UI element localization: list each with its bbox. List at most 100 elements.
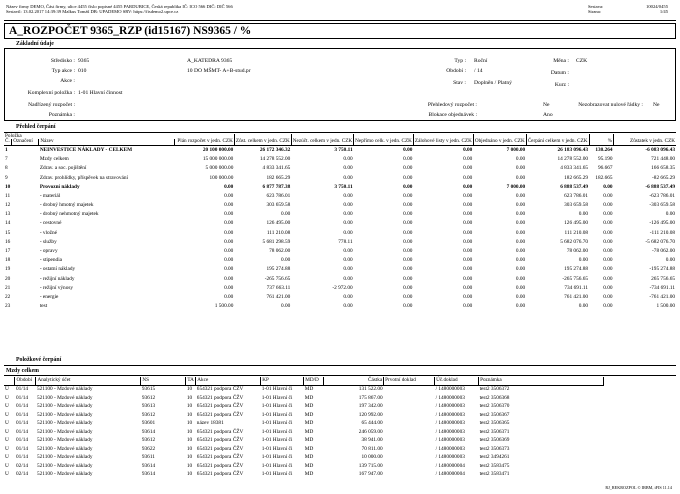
row-value: 78 062.00 <box>566 248 588 255</box>
row-value: 0.00 <box>224 183 234 190</box>
row-value: 0.00 <box>515 174 526 181</box>
typ-value: Roční <box>474 58 488 64</box>
report-title: A_ROZPOČET 9365_RZP (id15167) NS9365 / % <box>9 25 252 37</box>
items-cell: název 18381 <box>196 420 224 427</box>
items-cell: / 1480000003 <box>435 445 465 452</box>
row-value: 0.00 <box>515 238 526 245</box>
row-value: 0.00 <box>224 211 234 218</box>
items-cell: 01/14 <box>15 394 29 401</box>
overview-divider <box>4 132 676 133</box>
row-oznaceni <box>12 292 39 301</box>
row-oznaceni <box>12 182 39 191</box>
row-oznaceni <box>12 246 39 255</box>
row-value: 0.00 <box>403 266 413 273</box>
row-value: 0.00 <box>515 248 526 255</box>
row-oznaceni <box>12 191 39 200</box>
items-cell <box>384 385 435 394</box>
datum-label: Datum : <box>550 70 569 76</box>
row-value: 0.00 <box>343 266 353 273</box>
row-value: 0.00 <box>603 220 613 227</box>
row-value: 182 665.29 <box>266 174 291 181</box>
row-value: -303 659.58 <box>649 202 675 209</box>
row-value: 0.00 <box>515 257 526 264</box>
row-value: 0.00 <box>343 303 353 310</box>
overview-row: 21 - režijní výnosy 0.00 737 663.11 -2 972.0… <box>4 283 676 292</box>
items-cell: U <box>5 386 9 393</box>
row-value: 0.00 <box>463 220 473 227</box>
nezobr-value: Ne <box>653 102 660 108</box>
report-header: Název firmy DEMO, Část firmy, ulice 4455… <box>4 3 676 20</box>
row-value: 0.00 <box>403 229 413 236</box>
row-value: 0.00 <box>603 183 613 190</box>
items-cell: 521100 - Mzdové náklady <box>36 403 93 410</box>
items-col-header: Částka <box>323 377 385 386</box>
row-number: 10 <box>5 183 11 190</box>
items-cell: MD <box>304 437 314 444</box>
row-value: 0.00 <box>515 220 526 227</box>
row-value: 0.00 <box>224 229 234 236</box>
items-row: U 01/14 521100 - Mzdové náklady 93612 10 6543… <box>4 411 604 420</box>
row-value: 0.00 <box>463 284 473 291</box>
row-value: 1 500.00 <box>656 303 675 310</box>
row-value: 0.00 <box>603 266 613 273</box>
row-value: 0.00 <box>403 165 413 172</box>
overview-row: 10 Provozní náklady 0.00 6 877 787.38 3 750.… <box>4 182 676 191</box>
col-neprimo: Nepřímo celk. v jedn. CZK <box>353 134 414 146</box>
items-cell: 93601 <box>141 420 156 427</box>
items-cell: 521100 - Mzdové náklady <box>36 394 93 401</box>
nezobr-label: Nezobrazovat nulové řádky : <box>578 102 643 108</box>
items-cell: U <box>5 445 9 452</box>
nadrizeny-label: Nadřízený rozpočet : <box>28 102 75 108</box>
col-plan: Plán rozpočet v jedn. CZK <box>174 134 235 146</box>
items-cell: MD <box>304 471 314 478</box>
row-value: 100 000.00 <box>209 174 234 181</box>
items-cell: U <box>5 403 9 410</box>
row-value: 0.00 <box>343 202 353 209</box>
row-value: 0.00 <box>463 147 473 154</box>
row-value: 303 659.58 <box>266 202 291 209</box>
row-value: 95.190 <box>597 156 613 163</box>
row-value: 0.00 <box>665 257 675 264</box>
row-number: 9 <box>5 174 8 181</box>
overview-row: 20 - režijní náklady 0.00 -265 756.65 0.00 0.… <box>4 274 676 283</box>
row-value: 130.264 <box>595 147 613 154</box>
items-cell: test2 3583475 <box>479 462 510 469</box>
section-items: Položkové čerpání <box>16 357 62 363</box>
items-cell: 93622 <box>141 445 156 452</box>
items-col-header: TA <box>185 377 197 386</box>
items-cell: 167 947.00 <box>358 471 383 478</box>
items-cell: 521100 - Mzdové náklady <box>36 420 93 427</box>
items-col-header: Akce <box>195 377 262 386</box>
row-value: 0.00 <box>224 275 234 282</box>
row-value: 3 750.11 <box>334 183 353 190</box>
overview-row: 22 - energie 0.00 761 421.00 0.00 0.00 0.00 0.0… <box>4 292 676 301</box>
overview-row: 17 - opravy 0.00 78 062.00 0.00 0.00 0.00 0.00 7… <box>4 246 676 255</box>
row-name: - vložné <box>39 229 58 236</box>
items-cell: 139 715.00 <box>358 462 383 469</box>
items-cell: 01/14 <box>15 386 29 393</box>
items-divider <box>4 365 676 366</box>
row-name: NEINVESTICE NÁKLADY - CELKEM <box>39 147 133 154</box>
items-cell: 1-01 Hlavní či <box>261 462 293 469</box>
items-cell: U <box>5 471 9 478</box>
items-cell: 10 <box>186 437 193 444</box>
items-col-header: Období <box>14 377 37 386</box>
items-cell: 654321 podpora ČŽV <box>196 386 244 393</box>
row-oznaceni <box>12 228 39 237</box>
row-value: 761 421.00 <box>266 293 291 300</box>
items-cell: 10 <box>186 386 193 393</box>
row-value: 7 000.00 <box>506 147 526 154</box>
items-cell: 10 <box>186 394 193 401</box>
row-oznaceni <box>12 274 39 283</box>
row-value: 0.00 <box>403 303 413 310</box>
row-value: -78 062.00 <box>652 248 675 255</box>
report-page: Název firmy DEMO, Část firmy, ulice 4455… <box>4 3 676 491</box>
row-value: 0.00 <box>515 303 526 310</box>
items-cell: 02/14 <box>15 462 29 469</box>
row-value: 737 663.11 <box>266 284 291 291</box>
row-value: 0.00 <box>343 220 353 227</box>
row-oznaceni <box>12 210 39 219</box>
row-value: 0.00 <box>463 165 473 172</box>
row-value: 0.00 <box>403 284 413 291</box>
row-value: 126 495.00 <box>266 220 291 227</box>
